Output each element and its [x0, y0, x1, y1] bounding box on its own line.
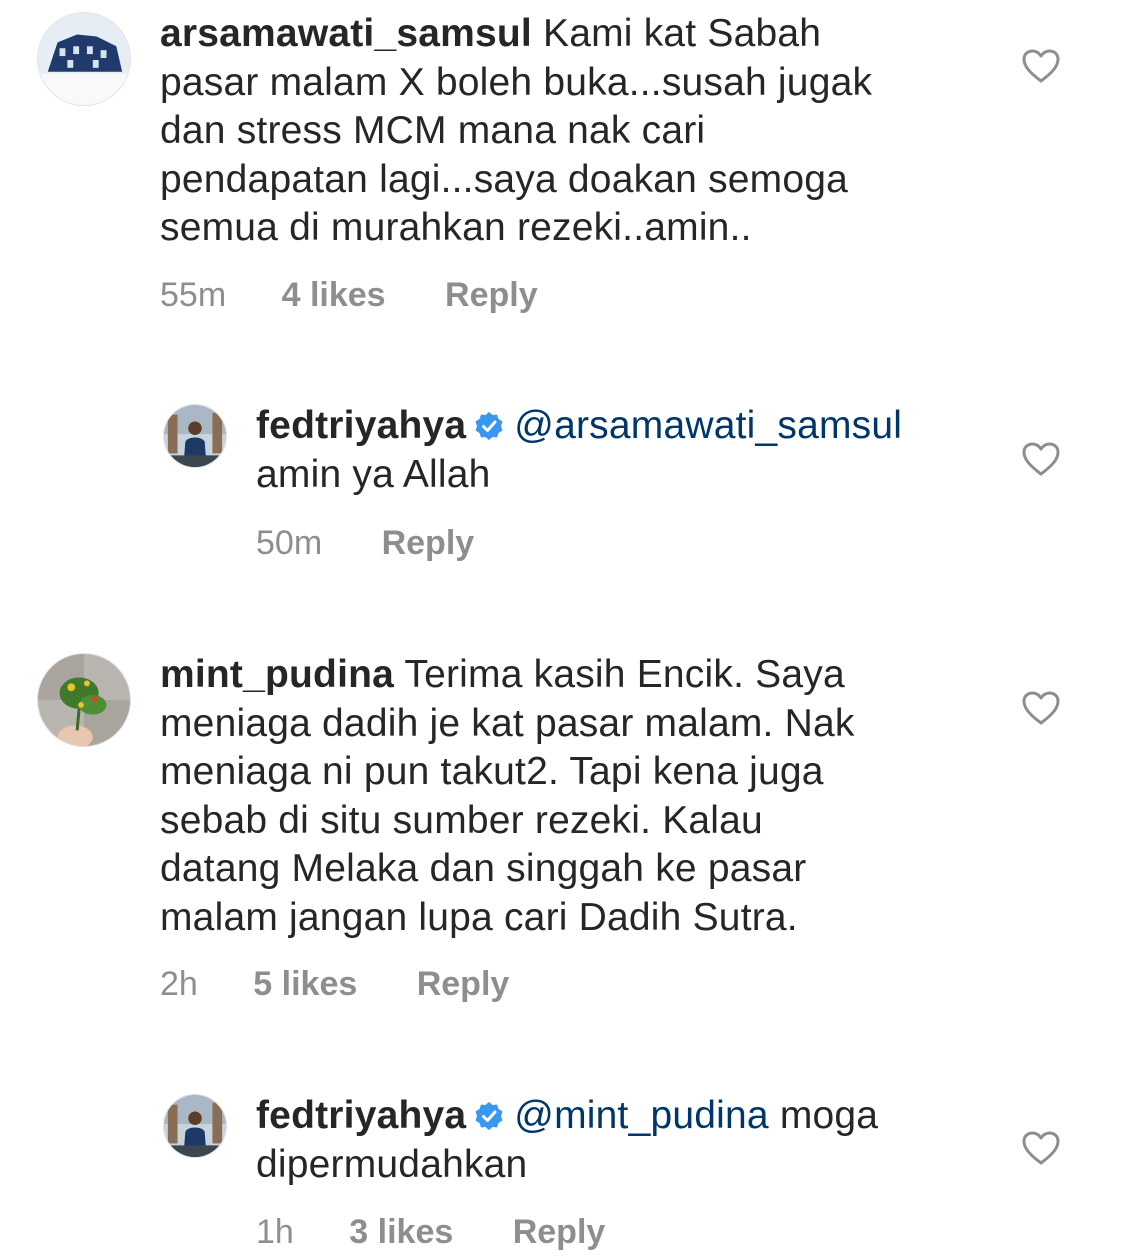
- comment-text-line: dipermudahkan: [256, 1142, 528, 1186]
- timestamp: 55m: [160, 276, 227, 314]
- comment-meta: 1h 3 likes Reply: [256, 1213, 605, 1252]
- heart-icon[interactable]: [1021, 441, 1061, 477]
- comment-text-line: moga: [779, 1094, 879, 1137]
- avatar[interactable]: [37, 653, 131, 747]
- username-link[interactable]: mint_pudina: [160, 653, 394, 696]
- comment-text-line: datang Melaka dan singgah ke pasar: [160, 847, 807, 890]
- reply-button[interactable]: Reply: [382, 524, 475, 563]
- timestamp: 2h: [160, 965, 198, 1003]
- heart-icon[interactable]: [1021, 1130, 1061, 1166]
- avatar[interactable]: [163, 1094, 227, 1158]
- timestamp: 50m: [256, 524, 323, 562]
- verified-badge-icon: [474, 411, 504, 441]
- comment-text-line: sebab di situ sumber rezeki. Kalau: [160, 798, 763, 842]
- username-link[interactable]: fedtriyahya: [256, 1094, 466, 1137]
- heart-icon[interactable]: [1021, 48, 1061, 84]
- verified-badge-icon: [474, 1101, 504, 1131]
- avatar[interactable]: [163, 404, 227, 468]
- comment-body: arsamawati_samsul Kami kat Sabah pasar m…: [160, 10, 1000, 253]
- username-link[interactable]: fedtriyahya: [256, 404, 466, 447]
- comment-text-line: Terima kasih Encik. Saya: [404, 653, 845, 696]
- comment-meta: 2h 5 likes Reply: [160, 965, 509, 1004]
- mention-link[interactable]: @mint_pudina: [514, 1094, 768, 1137]
- likes-count[interactable]: 5 likes: [253, 965, 357, 1004]
- comment-text-line: amin ya Allah: [256, 452, 491, 496]
- comment-meta: 50m Reply: [256, 524, 474, 563]
- likes-count[interactable]: 4 likes: [282, 276, 386, 315]
- reply-button[interactable]: Reply: [445, 276, 538, 315]
- reply-button[interactable]: Reply: [513, 1213, 606, 1252]
- comment-text-line: pendapatan lagi...saya doakan semoga: [160, 157, 849, 201]
- comment-body: fedtriyahya @mint_pudina moga dipermudahk…: [256, 1092, 1006, 1189]
- comment-text-line: semua di murahkan rezeki..amin..: [160, 206, 752, 249]
- comment-body: fedtriyahya @arsamawati_samsul amin ya Al…: [256, 402, 1006, 499]
- comment-text-line: meniaga dadih je kat pasar malam. Nak: [160, 701, 855, 745]
- comment-body: mint_pudina Terima kasih Encik. Saya men…: [160, 651, 1000, 942]
- avatar[interactable]: [37, 12, 131, 106]
- timestamp: 1h: [256, 1213, 294, 1251]
- mention-link[interactable]: @arsamawati_samsul: [514, 404, 902, 447]
- username-link[interactable]: arsamawati_samsul: [160, 12, 532, 55]
- likes-count[interactable]: 3 likes: [349, 1213, 453, 1252]
- heart-icon[interactable]: [1021, 690, 1061, 726]
- comment-text-line: Kami kat Sabah: [543, 12, 822, 55]
- comment-text-line: malam jangan lupa cari Dadih Sutra.: [160, 895, 798, 939]
- comment-text-line: pasar malam X boleh buka...susah jugak: [160, 60, 873, 104]
- comment-text-line: meniaga ni pun takut2. Tapi kena juga: [160, 750, 824, 793]
- comment-text-line: dan stress MCM mana nak cari: [160, 109, 706, 152]
- reply-button[interactable]: Reply: [417, 965, 510, 1004]
- comment-meta: 55m 4 likes Reply: [160, 276, 538, 315]
